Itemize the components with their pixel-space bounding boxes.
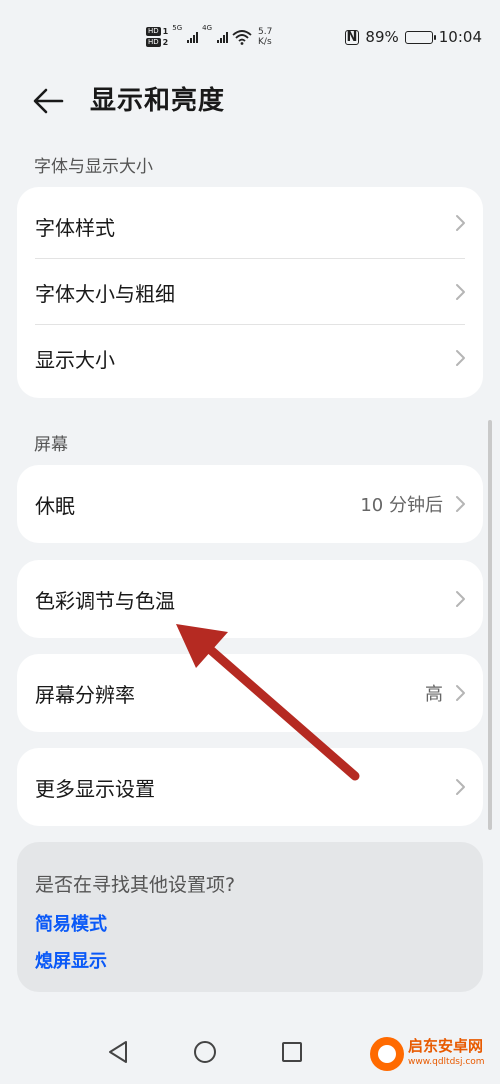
hd-indicator-2: HD 2 [146, 38, 168, 47]
sleep-row[interactable]: 休眠 10 分钟后 [17, 465, 483, 543]
nav-home-icon[interactable] [187, 1034, 223, 1070]
row-label: 显示大小 [35, 347, 115, 372]
battery-percent: 89% [365, 28, 399, 46]
speed-value: 5.7 [258, 27, 273, 37]
network-type-2: 4G [202, 24, 213, 32]
nav-recents-icon[interactable] [274, 1034, 310, 1070]
display-size-row[interactable]: 显示大小 [17, 325, 483, 391]
hd-badge: HD [146, 27, 161, 36]
chevron-right-icon [456, 779, 465, 795]
resolution-row[interactable]: 屏幕分辨率 高 [17, 654, 483, 732]
watermark-logo-icon [370, 1037, 404, 1071]
chevron-right-icon [456, 496, 465, 512]
row-label: 字体大小与粗细 [35, 281, 175, 306]
scrollbar[interactable] [488, 420, 492, 830]
font-style-row[interactable]: 字体样式 [17, 187, 483, 259]
hd-indicator-1: HD 1 [146, 27, 168, 36]
section-label-font: 字体与显示大小 [34, 157, 153, 177]
chevron-right-icon [456, 284, 465, 300]
row-value: 高 [425, 684, 443, 705]
watermark-url: www.qdltdsj.com [408, 1057, 485, 1067]
sleep-card: 休眠 10 分钟后 [17, 465, 483, 543]
chevron-right-icon [456, 591, 465, 607]
clock: 10:04 [438, 28, 482, 46]
page-title: 显示和亮度 [90, 86, 226, 116]
page-header: 显示和亮度 [0, 78, 500, 122]
watermark-name: 启东安卓网 [408, 1037, 484, 1055]
row-label: 色彩调节与色温 [35, 588, 175, 613]
hd-indicators: HD 1 HD 2 [146, 27, 168, 47]
row-label: 字体样式 [35, 215, 115, 240]
hd-badge: HD [146, 38, 161, 47]
status-right: N 89% 10:04 [344, 26, 482, 48]
nfc-icon: N [344, 29, 360, 45]
chevron-right-icon [456, 685, 465, 701]
more-display-row[interactable]: 更多显示设置 [17, 748, 483, 826]
section-label-screen: 屏幕 [34, 435, 68, 455]
aod-link[interactable]: 熄屏显示 [35, 947, 107, 973]
row-label: 更多显示设置 [35, 776, 155, 801]
watermark: 启东安卓网 www.qdltdsj.com [370, 1032, 494, 1076]
nav-back-icon[interactable] [100, 1034, 136, 1070]
resolution-card: 屏幕分辨率 高 [17, 654, 483, 732]
more-display-card: 更多显示设置 [17, 748, 483, 826]
back-arrow-icon[interactable] [30, 84, 70, 118]
watermark-text: 启东安卓网 www.qdltdsj.com [408, 1038, 485, 1070]
battery-icon [404, 30, 436, 44]
font-size-weight-row[interactable]: 字体大小与粗细 [17, 259, 483, 325]
chevron-right-icon [456, 215, 465, 231]
font-settings-card: 字体样式 字体大小与粗细 显示大小 [17, 187, 483, 398]
speed-unit: K/s [258, 37, 272, 47]
color-temp-card: 色彩调节与色温 [17, 560, 483, 638]
status-left: HD 1 HD 2 5G 4G 5.7 K/s [146, 24, 272, 50]
wifi-icon [232, 30, 252, 45]
row-label: 屏幕分辨率 [35, 682, 135, 707]
hd-number: 2 [162, 38, 169, 47]
signal-icon [217, 31, 229, 43]
status-bar: HD 1 HD 2 5G 4G 5.7 K/s N 89% 10:04 [0, 0, 500, 72]
simple-mode-link[interactable]: 简易模式 [35, 910, 107, 936]
color-temp-row[interactable]: 色彩调节与色温 [17, 560, 483, 638]
chevron-right-icon [456, 350, 465, 366]
network-type-1: 5G [172, 24, 183, 32]
network-speed: 5.7 K/s [258, 27, 272, 47]
row-value: 10 分钟后 [360, 495, 443, 516]
signal-icon [187, 31, 199, 43]
row-label: 休眠 [35, 493, 75, 518]
suggestion-card: 是否在寻找其他设置项? 简易模式 熄屏显示 [17, 842, 483, 992]
hd-number: 1 [162, 27, 169, 36]
suggestion-question: 是否在寻找其他设置项? [35, 874, 236, 896]
